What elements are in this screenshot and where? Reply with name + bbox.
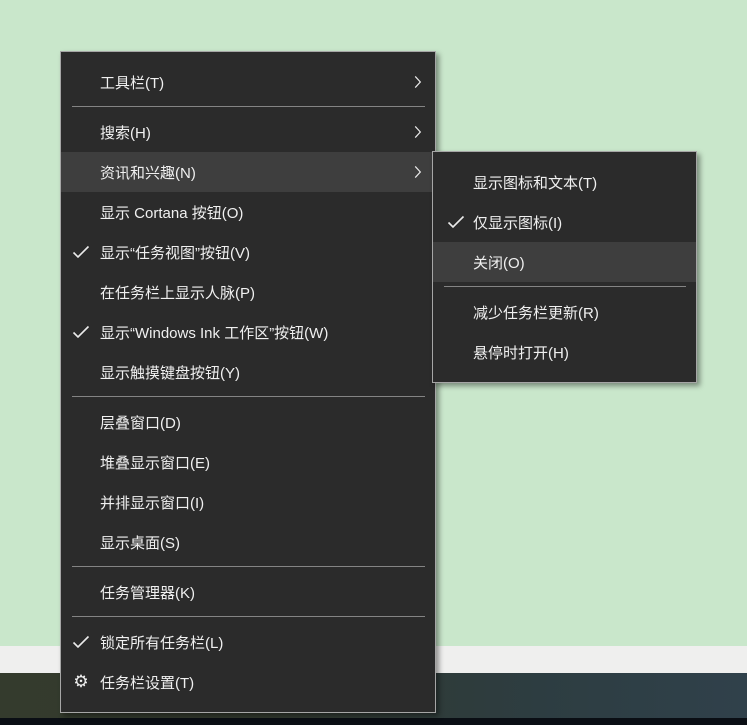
menu-separator xyxy=(72,396,425,397)
menu-item-show-task-view-button[interactable]: 显示“任务视图”按钮(V) xyxy=(61,232,435,272)
menu-separator xyxy=(444,286,686,287)
menu-item-show-windows-stacked[interactable]: 堆叠显示窗口(E) xyxy=(61,442,435,482)
chevron-right-icon xyxy=(414,126,422,138)
menu-item-label: 减少任务栏更新(R) xyxy=(473,304,599,322)
check-icon xyxy=(72,635,90,649)
menu-item-label: 悬停时打开(H) xyxy=(473,344,569,362)
news-and-interests-submenu: 显示图标和文本(T) 仅显示图标(I) 关闭(O) 减少任务栏更新(R) 悬停时打开(H… xyxy=(432,151,697,383)
check-icon xyxy=(447,215,465,229)
menu-item-label: 搜索(H) xyxy=(100,124,151,142)
menu-item-label: 资讯和兴趣(N) xyxy=(100,164,196,182)
menu-item-show-windows-ink-workspace-button[interactable]: 显示“Windows Ink 工作区”按钮(W) xyxy=(61,312,435,352)
menu-item-label: 工具栏(T) xyxy=(100,74,165,92)
chevron-right-icon xyxy=(414,76,422,88)
menu-separator xyxy=(72,616,425,617)
gear-icon: ⚙ xyxy=(73,672,89,692)
menu-item-label: 任务栏设置(T) xyxy=(100,674,195,692)
chevron-right-icon xyxy=(414,166,422,178)
taskbar-context-menu: 工具栏(T) 搜索(H) 资讯和兴趣(N) 显示 Cortana 按钮(O) 显示“任务… xyxy=(60,51,436,713)
menu-item-show-windows-side-by-side[interactable]: 并排显示窗口(I) xyxy=(61,482,435,522)
menu-item-label: 关闭(O) xyxy=(473,254,525,272)
menu-item-show-icon-and-text[interactable]: 显示图标和文本(T) xyxy=(433,162,696,202)
menu-item-toolbars[interactable]: 工具栏(T) xyxy=(61,62,435,102)
menu-item-task-manager[interactable]: 任务管理器(K) xyxy=(61,572,435,612)
menu-item-taskbar-settings[interactable]: ⚙ 任务栏设置(T) xyxy=(61,662,435,702)
menu-item-label: 显示桌面(S) xyxy=(100,534,180,552)
menu-separator xyxy=(72,566,425,567)
menu-item-show-cortana-button[interactable]: 显示 Cortana 按钮(O) xyxy=(61,192,435,232)
menu-item-label: 显示图标和文本(T) xyxy=(473,174,598,192)
menu-item-show-desktop[interactable]: 显示桌面(S) xyxy=(61,522,435,562)
menu-item-label: 堆叠显示窗口(E) xyxy=(100,454,210,472)
menu-item-search[interactable]: 搜索(H) xyxy=(61,112,435,152)
check-icon xyxy=(72,245,90,259)
menu-item-label: 显示 Cortana 按钮(O) xyxy=(100,204,244,222)
menu-item-label: 显示“任务视图”按钮(V) xyxy=(100,244,250,262)
menu-item-label: 显示“Windows Ink 工作区”按钮(W) xyxy=(100,324,329,342)
menu-item-cascade-windows[interactable]: 层叠窗口(D) xyxy=(61,402,435,442)
menu-item-open-on-hover[interactable]: 悬停时打开(H) xyxy=(433,332,696,372)
menu-item-label: 锁定所有任务栏(L) xyxy=(100,634,224,652)
menu-item-turn-off[interactable]: 关闭(O) xyxy=(433,242,696,282)
taskbar[interactable] xyxy=(0,718,747,725)
menu-item-label: 在任务栏上显示人脉(P) xyxy=(100,284,255,302)
menu-item-label: 显示触摸键盘按钮(Y) xyxy=(100,364,240,382)
menu-item-label: 仅显示图标(I) xyxy=(473,214,563,232)
check-icon xyxy=(72,325,90,339)
menu-separator xyxy=(72,106,425,107)
menu-item-news-and-interests[interactable]: 资讯和兴趣(N) xyxy=(61,152,435,192)
menu-item-show-touch-keyboard-button[interactable]: 显示触摸键盘按钮(Y) xyxy=(61,352,435,392)
menu-item-show-icon-only[interactable]: 仅显示图标(I) xyxy=(433,202,696,242)
menu-item-label: 并排显示窗口(I) xyxy=(100,494,205,512)
menu-item-reduce-taskbar-updates[interactable]: 减少任务栏更新(R) xyxy=(433,292,696,332)
menu-item-show-people-on-taskbar[interactable]: 在任务栏上显示人脉(P) xyxy=(61,272,435,312)
menu-item-label: 层叠窗口(D) xyxy=(100,414,181,432)
menu-item-lock-all-taskbars[interactable]: 锁定所有任务栏(L) xyxy=(61,622,435,662)
menu-item-label: 任务管理器(K) xyxy=(100,584,195,602)
